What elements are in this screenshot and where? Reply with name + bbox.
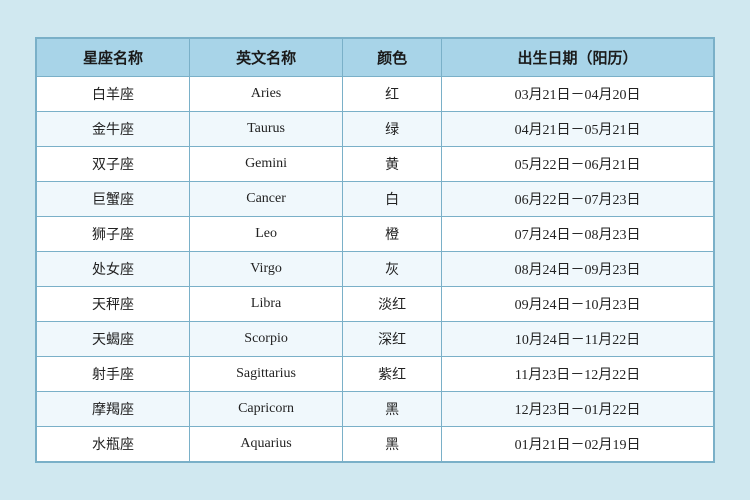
cell-color: 绿 xyxy=(343,112,442,147)
cell-color: 紫红 xyxy=(343,357,442,392)
cell-chinese-name: 摩羯座 xyxy=(37,392,190,427)
table-row: 处女座Virgo灰08月24日－09月23日 xyxy=(37,252,714,287)
cell-date: 06月22日－07月23日 xyxy=(442,182,714,217)
cell-english-name: Leo xyxy=(190,217,343,252)
cell-english-name: Gemini xyxy=(190,147,343,182)
cell-date: 01月21日－02月19日 xyxy=(442,427,714,462)
cell-english-name: Capricorn xyxy=(190,392,343,427)
cell-date: 07月24日－08月23日 xyxy=(442,217,714,252)
zodiac-table-container: 星座名称 英文名称 颜色 出生日期（阳历） 白羊座Aries红03月21日－04… xyxy=(35,37,715,463)
cell-english-name: Aquarius xyxy=(190,427,343,462)
cell-chinese-name: 金牛座 xyxy=(37,112,190,147)
header-color: 颜色 xyxy=(343,39,442,77)
header-date: 出生日期（阳历） xyxy=(442,39,714,77)
table-row: 金牛座Taurus绿04月21日－05月21日 xyxy=(37,112,714,147)
cell-color: 黑 xyxy=(343,427,442,462)
table-row: 双子座Gemini黄05月22日－06月21日 xyxy=(37,147,714,182)
cell-date: 08月24日－09月23日 xyxy=(442,252,714,287)
cell-color: 淡红 xyxy=(343,287,442,322)
cell-date: 04月21日－05月21日 xyxy=(442,112,714,147)
cell-color: 黄 xyxy=(343,147,442,182)
cell-english-name: Virgo xyxy=(190,252,343,287)
cell-date: 03月21日－04月20日 xyxy=(442,77,714,112)
table-row: 射手座Sagittarius紫红11月23日－12月22日 xyxy=(37,357,714,392)
cell-chinese-name: 射手座 xyxy=(37,357,190,392)
header-chinese-name: 星座名称 xyxy=(37,39,190,77)
table-row: 巨蟹座Cancer白06月22日－07月23日 xyxy=(37,182,714,217)
table-row: 白羊座Aries红03月21日－04月20日 xyxy=(37,77,714,112)
zodiac-table: 星座名称 英文名称 颜色 出生日期（阳历） 白羊座Aries红03月21日－04… xyxy=(36,38,714,462)
cell-date: 09月24日－10月23日 xyxy=(442,287,714,322)
cell-color: 灰 xyxy=(343,252,442,287)
cell-chinese-name: 白羊座 xyxy=(37,77,190,112)
table-body: 白羊座Aries红03月21日－04月20日金牛座Taurus绿04月21日－0… xyxy=(37,77,714,462)
cell-date: 11月23日－12月22日 xyxy=(442,357,714,392)
table-row: 摩羯座Capricorn黑12月23日－01月22日 xyxy=(37,392,714,427)
cell-english-name: Scorpio xyxy=(190,322,343,357)
cell-date: 12月23日－01月22日 xyxy=(442,392,714,427)
cell-english-name: Aries xyxy=(190,77,343,112)
cell-color: 深红 xyxy=(343,322,442,357)
cell-english-name: Sagittarius xyxy=(190,357,343,392)
cell-color: 黑 xyxy=(343,392,442,427)
cell-color: 白 xyxy=(343,182,442,217)
cell-date: 10月24日－11月22日 xyxy=(442,322,714,357)
cell-chinese-name: 双子座 xyxy=(37,147,190,182)
table-row: 天蝎座Scorpio深红10月24日－11月22日 xyxy=(37,322,714,357)
cell-chinese-name: 天蝎座 xyxy=(37,322,190,357)
cell-chinese-name: 水瓶座 xyxy=(37,427,190,462)
cell-chinese-name: 巨蟹座 xyxy=(37,182,190,217)
cell-chinese-name: 处女座 xyxy=(37,252,190,287)
table-row: 狮子座Leo橙07月24日－08月23日 xyxy=(37,217,714,252)
cell-english-name: Taurus xyxy=(190,112,343,147)
cell-english-name: Libra xyxy=(190,287,343,322)
cell-color: 橙 xyxy=(343,217,442,252)
table-row: 水瓶座Aquarius黑01月21日－02月19日 xyxy=(37,427,714,462)
cell-chinese-name: 狮子座 xyxy=(37,217,190,252)
cell-english-name: Cancer xyxy=(190,182,343,217)
cell-color: 红 xyxy=(343,77,442,112)
cell-date: 05月22日－06月21日 xyxy=(442,147,714,182)
table-row: 天秤座Libra淡红09月24日－10月23日 xyxy=(37,287,714,322)
table-header-row: 星座名称 英文名称 颜色 出生日期（阳历） xyxy=(37,39,714,77)
cell-chinese-name: 天秤座 xyxy=(37,287,190,322)
header-english-name: 英文名称 xyxy=(190,39,343,77)
